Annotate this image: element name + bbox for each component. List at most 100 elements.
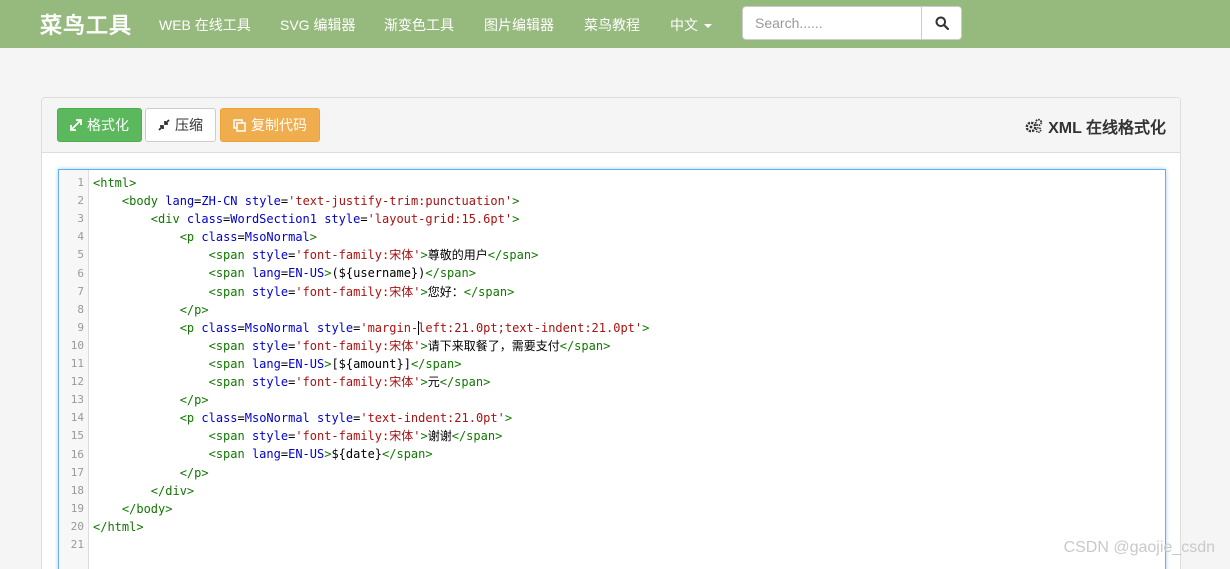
line-number: 6	[77, 266, 84, 280]
panel-title: XML 在线格式化	[1025, 114, 1166, 138]
format-button-label: 格式化	[87, 117, 129, 133]
code-token: ZH-CN	[201, 194, 245, 209]
code-line: <span lang=EN-US>[${amount}]</span>	[93, 355, 649, 373]
line-number: 4	[77, 230, 84, 244]
code-token: >	[420, 248, 428, 263]
code-line: </p>	[93, 391, 649, 409]
search-button[interactable]	[921, 7, 961, 39]
code-token: style	[251, 338, 289, 353]
code-token: <body	[121, 194, 166, 209]
code-token: =	[237, 230, 245, 245]
code-token: </span>	[410, 356, 462, 371]
code-token: style	[317, 411, 354, 426]
code-token: MsoNormal	[244, 230, 310, 245]
code-token: >	[420, 284, 428, 299]
compress-icon	[158, 119, 170, 131]
code-token: <div	[150, 212, 187, 227]
code-token: =	[360, 212, 368, 227]
nav-item-tutorial[interactable]: 菜鸟教程	[584, 15, 640, 35]
code-token: >	[309, 230, 318, 245]
code-token: </div>	[150, 483, 195, 498]
nav-item-image-editor[interactable]: 图片编辑器	[484, 15, 554, 35]
code-token: 'font-family:宋体'	[295, 429, 421, 444]
code-token: >	[504, 411, 513, 426]
code-token: 元	[427, 375, 440, 390]
code-line: </html>	[93, 518, 649, 536]
code-editor[interactable]: 1 2 3 4 5 6 7 8 9 10 11 12 13 14 15 16 17 18 19 20 21 <html>…	[58, 169, 1166, 569]
caret-down-icon	[704, 24, 712, 29]
code-line: </body>	[93, 500, 649, 518]
code-token: style	[324, 212, 361, 227]
code-token: 请下来取餐了，需要支付	[427, 338, 560, 353]
line-number: 7	[77, 284, 84, 298]
nav-item-web-tools[interactable]: WEB 在线工具	[159, 15, 251, 35]
code-token: <p	[179, 320, 202, 335]
site-logo[interactable]: 菜鸟工具	[40, 8, 132, 40]
line-number: 1	[77, 176, 84, 189]
code-token: class	[201, 411, 238, 426]
code-token: 您好：	[427, 284, 464, 299]
code-token: 'font-family:宋体'	[295, 248, 421, 263]
line-number: 15	[70, 429, 84, 443]
code-token: </p>	[179, 465, 209, 480]
line-number: 19	[70, 501, 84, 515]
panel-toolbar: 格式化 压缩 复制代码 XML 在线格式化	[42, 98, 1180, 153]
nav-language-dropdown[interactable]: 中文	[670, 15, 712, 35]
language-label: 中文	[670, 17, 698, 33]
line-number: 5	[77, 248, 84, 262]
watermark-text: CSDN @gaojie_csdn	[1063, 539, 1215, 556]
code-token: left:21.0pt;text-indent:21.0pt'	[418, 320, 643, 335]
nav-item-svg-editor[interactable]: SVG 编辑器	[280, 15, 355, 35]
compress-button[interactable]: 压缩	[145, 108, 216, 142]
code-token: <span	[208, 356, 252, 371]
code-content[interactable]: <html> <body lang=ZH-CN style='text-just…	[93, 174, 649, 554]
code-token: style	[251, 375, 289, 390]
code-token: EN-US	[288, 447, 325, 462]
line-number: 16	[70, 447, 84, 461]
code-line: </p>	[93, 464, 649, 482]
code-token: <span	[208, 284, 252, 299]
code-token: </span>	[425, 266, 476, 281]
code-token: class	[201, 320, 238, 335]
line-number: 10	[70, 338, 84, 352]
code-line: </div>	[93, 482, 649, 500]
code-token: =	[280, 266, 289, 281]
code-token: </span>	[451, 429, 503, 444]
code-token: WordSection1	[230, 212, 325, 227]
code-token: ${date}	[331, 447, 383, 462]
code-token: </body>	[121, 501, 173, 516]
code-token: </span>	[439, 375, 491, 390]
nav-item-gradient-tool[interactable]: 渐变色工具	[384, 15, 454, 35]
line-number: 17	[70, 465, 84, 479]
code-token: lang	[165, 194, 195, 209]
code-token: </span>	[559, 338, 611, 353]
code-token: MsoNormal	[244, 411, 317, 426]
code-line: <span lang=EN-US>(${username})</span>	[93, 264, 649, 282]
code-token: <html>	[93, 176, 137, 190]
copy-code-button[interactable]: 复制代码	[220, 108, 320, 142]
code-token: </html>	[93, 519, 144, 534]
search-input[interactable]	[743, 7, 921, 39]
code-token: </span>	[463, 284, 515, 299]
format-button[interactable]: 格式化	[57, 108, 142, 142]
top-navbar: 菜鸟工具 WEB 在线工具 SVG 编辑器 渐变色工具 图片编辑器 菜鸟教程 中…	[0, 0, 1230, 48]
expand-icon	[70, 119, 82, 131]
code-token: 尊敬的用户	[427, 248, 488, 263]
code-token: </p>	[179, 393, 209, 408]
code-line: <body lang=ZH-CN style='text-justify-tri…	[93, 192, 649, 210]
code-line: <html>	[93, 174, 649, 192]
code-token: style	[317, 320, 354, 335]
code-token: 'font-family:宋体'	[295, 375, 421, 390]
line-number: 9	[77, 320, 84, 334]
code-token: =	[280, 447, 289, 462]
